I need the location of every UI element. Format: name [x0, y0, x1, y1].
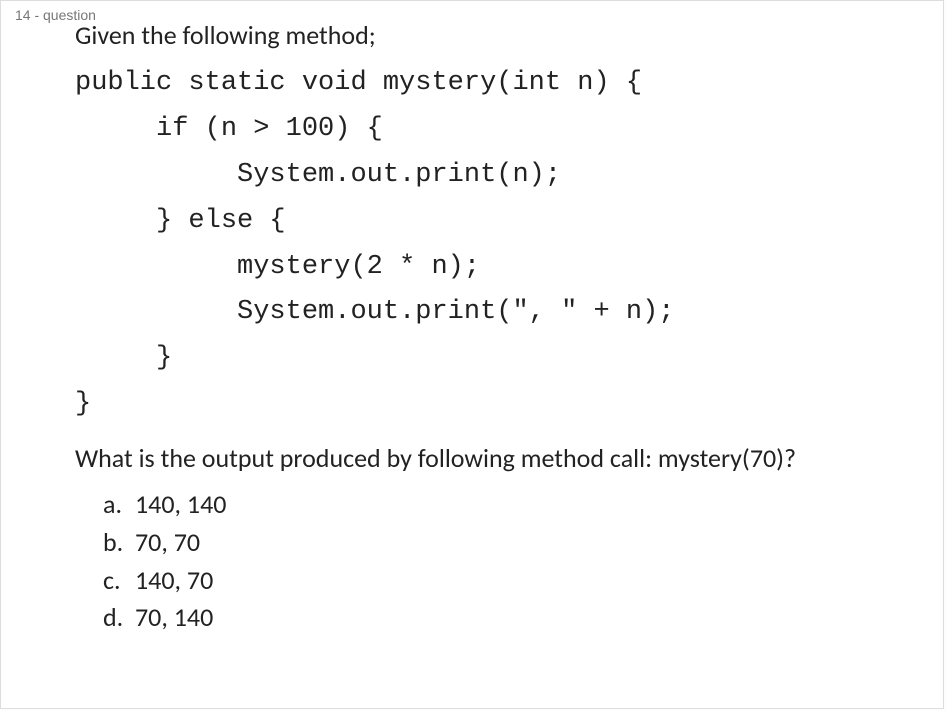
option-text: 140, 140: [135, 486, 226, 524]
question-text: What is the output produced by following…: [75, 442, 931, 474]
question-content: Given the following method; public stati…: [1, 1, 943, 649]
option-letter: b.: [103, 524, 135, 562]
option-letter: d.: [103, 599, 135, 637]
prompt-text: Given the following method;: [75, 19, 931, 51]
options-list: a. 140, 140 b. 70, 70 c. 140, 70 d. 70, …: [75, 486, 931, 637]
question-number-label: 14 - question: [15, 7, 96, 23]
option-d[interactable]: d. 70, 140: [103, 599, 931, 637]
code-block: public static void mystery(int n) { if (…: [75, 61, 931, 428]
option-b[interactable]: b. 70, 70: [103, 524, 931, 562]
option-text: 140, 70: [135, 562, 213, 600]
option-letter: c.: [103, 562, 135, 600]
option-a[interactable]: a. 140, 140: [103, 486, 931, 524]
option-c[interactable]: c. 140, 70: [103, 562, 931, 600]
option-text: 70, 140: [135, 599, 213, 637]
question-container: 14 - question Given the following method…: [0, 0, 944, 709]
option-text: 70, 70: [135, 524, 200, 562]
option-letter: a.: [103, 486, 135, 524]
